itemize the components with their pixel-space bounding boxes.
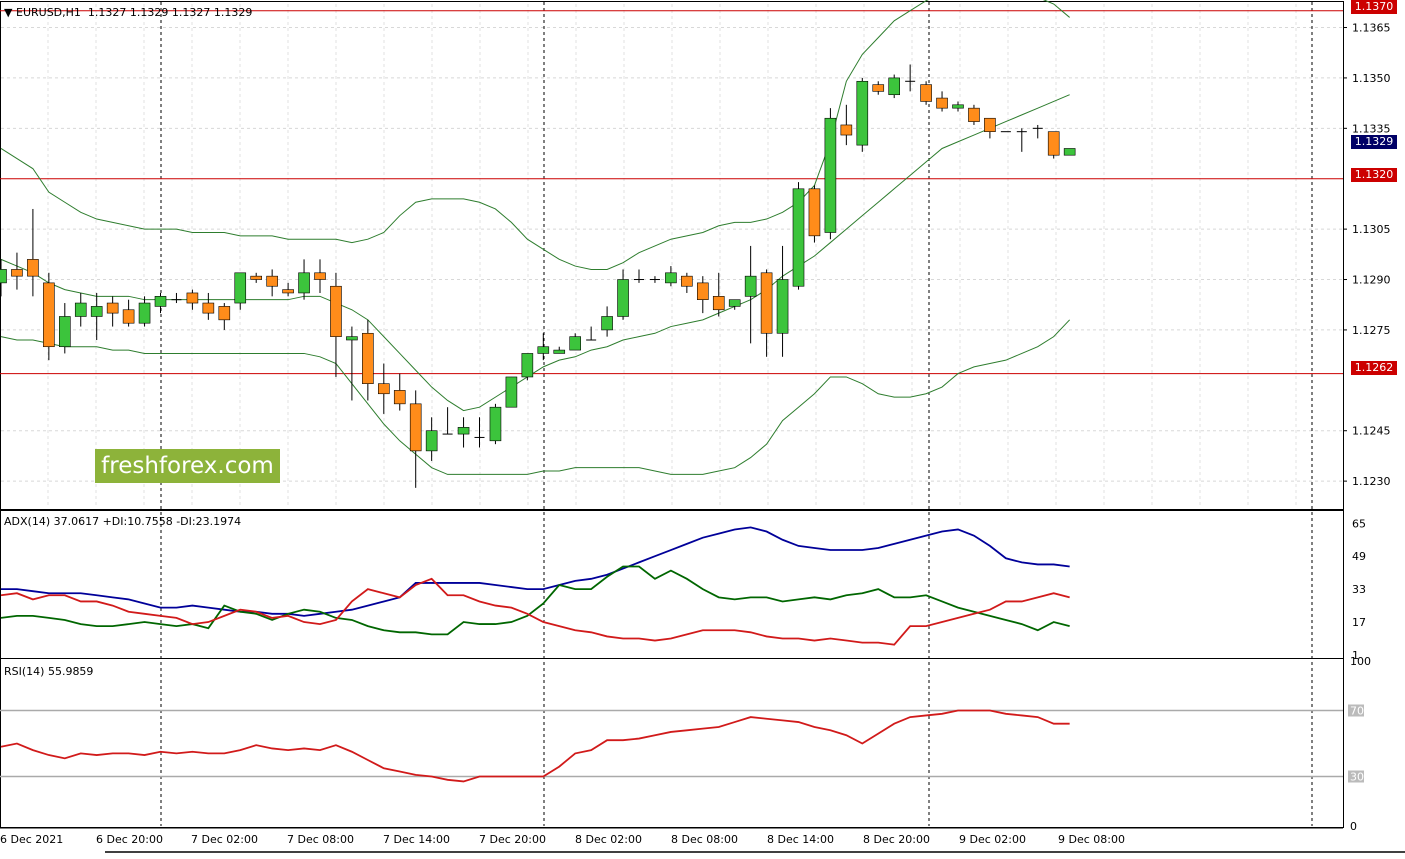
candle-body: [952, 104, 964, 109]
candle-body: [250, 275, 262, 280]
time-axis-label: 8 Dec 20:00: [863, 833, 930, 846]
candle-body: [776, 279, 789, 334]
candle-body: [362, 332, 374, 384]
candle-body: [202, 302, 215, 314]
candle-body: [330, 285, 342, 337]
candle-body: [824, 117, 837, 233]
candle-body: [218, 306, 231, 321]
candle-body: [888, 77, 901, 96]
candle-body: [298, 272, 310, 294]
candle-body: [1063, 148, 1076, 156]
candle-body: [505, 376, 518, 408]
pane-frame-1: [0, 510, 1344, 659]
candle-body: [968, 107, 980, 122]
adx-axis-label: 49: [1352, 550, 1366, 563]
chart-menu-arrow-icon[interactable]: ▼: [4, 6, 12, 19]
rsi-axis-label: 30: [1350, 771, 1364, 784]
candle-body: [489, 406, 502, 442]
rsi-axis-label: 100: [1350, 655, 1371, 668]
candle-body: [122, 309, 135, 324]
candle-body: [696, 282, 709, 300]
adx-axis-label: 65: [1352, 517, 1366, 530]
candle-body: [0, 269, 7, 284]
candle-body: [760, 272, 773, 334]
candle-body: [521, 353, 534, 378]
level-tag-resistance: 1.1320: [1351, 168, 1397, 182]
candle-body: [856, 80, 869, 146]
time-axis-label: 8 Dec 08:00: [671, 833, 738, 846]
candle-body: [393, 390, 406, 405]
candle-body: [43, 282, 55, 348]
candle-body: [681, 275, 693, 287]
candle-body: [617, 279, 629, 317]
level-tag-top: 1.1370: [1351, 0, 1397, 14]
watermark-logo: freshforex.com: [95, 449, 280, 483]
candle-body: [569, 336, 582, 351]
adx-header: ADX(14) 37.0617 +DI:10.7558 -DI:23.1974: [4, 515, 242, 528]
price-axis-label: 1.1230: [1352, 475, 1391, 488]
time-axis-label: 7 Dec 20:00: [479, 833, 546, 846]
candle-body: [553, 349, 566, 354]
candle-body: [314, 272, 326, 280]
chart-window: 1.1365 1.1350 1.1335 1.1305 1.1290 1.1275 1.12…: [0, 0, 1405, 855]
current-price-tag: 1.1329: [1351, 135, 1397, 149]
candle-body: [186, 292, 199, 304]
candle-body: [537, 346, 550, 354]
time-axis-label: 9 Dec 08:00: [1058, 833, 1125, 846]
candle-body: [712, 296, 725, 311]
candle-body: [457, 427, 470, 435]
price-axis-label: 1.1275: [1352, 324, 1391, 337]
candle-body: [1047, 131, 1060, 156]
level-tag-support: 1.1262: [1351, 361, 1397, 375]
price-axis-label: 1.1245: [1352, 425, 1391, 438]
candle-body: [665, 272, 677, 284]
price-axis-label: 1.1365: [1352, 22, 1391, 35]
candle-body: [58, 316, 71, 348]
time-axis-label: 6 Dec 2021: [0, 833, 63, 846]
candle-body: [346, 336, 358, 341]
candle-body: [90, 306, 103, 317]
pane-frame-2: [0, 658, 1344, 828]
candle-body: [234, 272, 247, 304]
candle-body: [744, 275, 757, 297]
rsi-axis-label: 0: [1350, 820, 1357, 833]
price-axis-label: 1.1290: [1352, 274, 1391, 287]
candle-body: [282, 289, 294, 294]
rsi-axis-label: 70: [1350, 705, 1364, 718]
candle-body: [27, 259, 39, 277]
candle-body: [920, 84, 932, 102]
symbol-header: EURUSD,H1 1.1327 1.1329 1.1327 1.1329: [16, 6, 253, 19]
candle-body: [601, 316, 613, 331]
time-axis-label: 7 Dec 02:00: [191, 833, 258, 846]
time-axis-label: 9 Dec 02:00: [959, 833, 1026, 846]
time-axis-label: 6 Dec 20:00: [96, 833, 163, 846]
candle-body: [984, 117, 996, 132]
candle-body: [872, 84, 885, 92]
candle-body: [792, 188, 805, 287]
candle-body: [138, 302, 151, 324]
time-axis-label: 7 Dec 14:00: [383, 833, 450, 846]
price-axis-label: 1.1305: [1352, 223, 1391, 236]
candle-body: [74, 302, 87, 317]
chart-canvas[interactable]: 1.1365 1.1350 1.1335 1.1305 1.1290 1.1275 1.12…: [0, 0, 1405, 855]
candle-body: [936, 97, 948, 109]
candle-body: [377, 383, 390, 395]
candle-body: [808, 188, 821, 237]
candle-body: [409, 403, 422, 452]
adx-axis-label: 17: [1352, 616, 1366, 629]
time-axis-label: 8 Dec 02:00: [575, 833, 642, 846]
adx-axis-label: 33: [1352, 583, 1366, 596]
candle-body: [266, 275, 278, 287]
rsi-header: RSI(14) 55.9859: [4, 665, 94, 678]
candle-body: [425, 430, 438, 452]
candle-body: [154, 296, 167, 307]
time-axis-label: 7 Dec 08:00: [287, 833, 354, 846]
candle-body: [728, 299, 741, 307]
candle-body: [840, 124, 853, 136]
candle-body: [106, 302, 119, 314]
price-axis-label: 1.1350: [1352, 72, 1391, 85]
price-axis-label: 1.1335: [1352, 122, 1391, 135]
time-axis-label: 8 Dec 14:00: [767, 833, 834, 846]
candle-body: [11, 269, 23, 277]
